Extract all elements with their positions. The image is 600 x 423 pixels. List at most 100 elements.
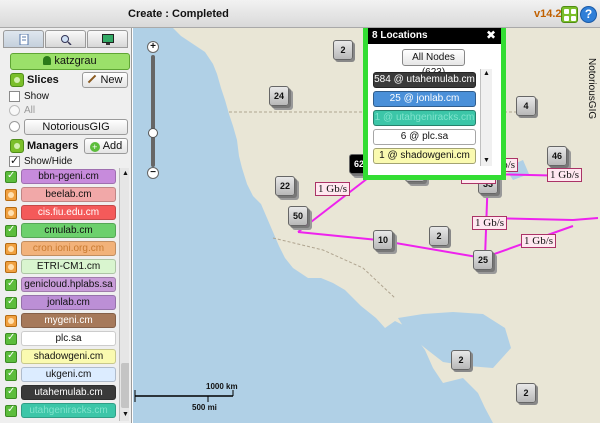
link-bandwidth-label[interactable]: 1 Gb/s	[521, 234, 557, 248]
manager-row[interactable]: cis.fiu.edu.cm	[3, 204, 116, 221]
manager-name[interactable]: shadowgeni.cm	[21, 349, 116, 364]
new-slice-button[interactable]: New	[82, 72, 128, 88]
manager-row[interactable]: mygeni.cm	[3, 312, 116, 329]
warning-icon[interactable]	[5, 261, 17, 273]
manager-row[interactable]: cron.ioni.org.cm	[3, 240, 116, 257]
new-label: New	[100, 74, 123, 86]
node-cluster[interactable]: 24	[269, 86, 289, 106]
checkbox-icon[interactable]	[5, 350, 17, 363]
zoom-out-button[interactable]: −	[147, 167, 159, 179]
tab-resources[interactable]	[87, 30, 128, 48]
show-slices-checkbox[interactable]	[9, 91, 20, 102]
manager-row[interactable]: ukgeni.cm	[3, 366, 116, 383]
location-item[interactable]: 25 @ jonlab.cm	[373, 91, 476, 107]
grid-view-icon[interactable]	[561, 6, 578, 23]
user-button[interactable]: katzgrau	[10, 53, 130, 70]
slices-header: Slices	[10, 73, 59, 87]
scroll-up-icon[interactable]: ▲	[120, 168, 129, 179]
checkbox-icon[interactable]	[5, 332, 17, 345]
node-cluster[interactable]: 10	[373, 230, 393, 250]
manager-row[interactable]: shadowgeni.cm	[3, 348, 116, 365]
manager-name[interactable]: cis.fiu.edu.cm	[21, 205, 116, 220]
checkbox-icon[interactable]	[5, 404, 17, 417]
scroll-up-icon[interactable]: ▲	[481, 69, 492, 79]
checkbox-icon[interactable]	[5, 224, 17, 237]
manager-row[interactable]: genicloud.hplabs.sa	[3, 276, 116, 293]
link-bandwidth-label[interactable]: 1 Gb/s	[315, 182, 351, 196]
manager-name[interactable]: beelab.cm	[21, 187, 116, 202]
location-item[interactable]: 1 @ shadowgeni.cm	[373, 148, 476, 164]
link-bandwidth-label[interactable]: 1 Gb/s	[472, 216, 508, 230]
manager-row[interactable]: utahemulab.cm	[3, 384, 116, 401]
node-cluster[interactable]: 4	[516, 96, 536, 116]
show-hide-checkbox[interactable]	[9, 154, 20, 167]
zoom-slider[interactable]	[148, 128, 158, 138]
close-icon[interactable]: ✖	[486, 28, 496, 44]
manager-row[interactable]: bbn-pgeni.cm	[3, 168, 116, 185]
manager-name[interactable]: utahgeniracks.cm	[21, 403, 116, 418]
node-cluster[interactable]: 2	[333, 40, 353, 60]
node-cluster[interactable]: 25	[473, 250, 493, 270]
popup-scrollbar[interactable]: ▲ ▼	[480, 69, 492, 166]
checkbox-icon[interactable]	[5, 386, 17, 399]
tab-search[interactable]	[45, 30, 86, 48]
map-view[interactable]: + − 2244466263322501022522 1 Gb/s1 Gb/s1…	[133, 28, 600, 423]
add-manager-button[interactable]: + Add	[84, 138, 128, 154]
warning-icon[interactable]	[5, 315, 17, 327]
node-cluster[interactable]: 46	[547, 146, 567, 166]
manager-row[interactable]: utahgeniracks.cm	[3, 402, 116, 419]
add-label: Add	[102, 140, 123, 152]
warning-icon[interactable]	[5, 207, 17, 219]
manager-scrollbar[interactable]: ▲ ▼	[119, 168, 129, 421]
node-cluster[interactable]: 2	[451, 350, 471, 370]
warning-icon[interactable]	[5, 189, 17, 201]
manager-name[interactable]: utahemulab.cm	[21, 385, 116, 400]
location-item[interactable]: 6 @ plc.sa	[373, 129, 476, 145]
scroll-down-icon[interactable]: ▼	[120, 409, 129, 420]
location-item[interactable]: 584 @ utahemulab.cm	[373, 72, 476, 88]
sidebar: katzgrau Slices New Show All NotoriousGI…	[0, 28, 132, 423]
scroll-thumb[interactable]	[121, 363, 129, 408]
link-bandwidth-label[interactable]: 1 Gb/s	[547, 168, 583, 182]
checkbox-icon[interactable]	[5, 368, 17, 381]
locations-popup: 8 Locations ✖ All Nodes (623) 584 @ utah…	[368, 28, 501, 175]
manager-name[interactable]: cmulab.cm	[21, 223, 116, 238]
manager-row[interactable]: ETRI-CM1.cm	[3, 258, 116, 275]
manager-name[interactable]: jonlab.cm	[21, 295, 116, 310]
scale-mi: 500 mi	[192, 403, 217, 412]
all-nodes-button[interactable]: All Nodes (623)	[402, 49, 465, 78]
checkbox-icon[interactable]	[5, 170, 17, 183]
manager-name[interactable]: ukgeni.cm	[21, 367, 116, 382]
manager-name[interactable]: bbn-pgeni.cm	[21, 169, 116, 184]
zoom-track[interactable]	[151, 55, 155, 167]
location-item[interactable]: 1 @ utahgeniracks.cm	[373, 110, 476, 126]
manager-name[interactable]: mygeni.cm	[21, 313, 116, 328]
tab-document[interactable]	[3, 30, 44, 48]
manager-row[interactable]: cmulab.cm	[3, 222, 116, 239]
slice-button[interactable]: NotoriousGIG	[24, 119, 128, 135]
checkbox-icon[interactable]	[5, 278, 17, 291]
slice-radio[interactable]	[9, 121, 20, 132]
node-cluster[interactable]: 22	[275, 176, 295, 196]
manager-row[interactable]: beelab.cm	[3, 186, 116, 203]
warning-icon[interactable]	[5, 243, 17, 255]
manager-row[interactable]: jonlab.cm	[3, 294, 116, 311]
managers-header: Managers	[10, 139, 78, 153]
all-radio[interactable]	[9, 105, 20, 116]
scroll-down-icon[interactable]: ▼	[481, 156, 492, 166]
manager-name[interactable]: ETRI-CM1.cm	[21, 259, 116, 274]
manager-name[interactable]: genicloud.hplabs.sa	[21, 277, 116, 292]
checkbox-icon[interactable]	[5, 296, 17, 309]
status-text: Create : Completed	[128, 8, 229, 20]
manager-name[interactable]: cron.ioni.org.cm	[21, 241, 116, 256]
node-cluster[interactable]: 50	[288, 206, 308, 226]
node-cluster[interactable]: 2	[516, 383, 536, 403]
manager-name[interactable]: plc.sa	[21, 331, 116, 346]
manager-row[interactable]: plc.sa	[3, 330, 116, 347]
user-icon	[43, 56, 52, 65]
document-icon	[18, 33, 30, 46]
help-button[interactable]: ?	[580, 6, 597, 23]
node-cluster[interactable]: 2	[429, 226, 449, 246]
zoom-in-button[interactable]: +	[147, 41, 159, 53]
zoom-control: + −	[147, 41, 159, 181]
